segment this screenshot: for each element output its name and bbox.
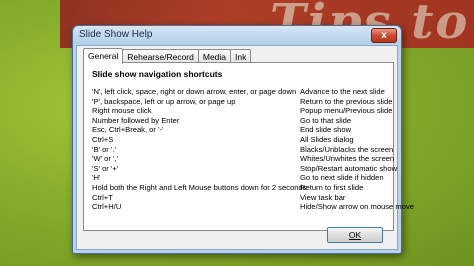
shortcut-row: 'W' or ',' Whites/Unwhites the screen	[92, 154, 394, 164]
shortcut-row: Esc, Ctrl+Break, or '-' End slide show	[92, 125, 388, 135]
close-button[interactable]: x	[371, 28, 397, 43]
shortcut-action: Return to first slide	[300, 182, 364, 192]
shortcut-keys: 'H'	[92, 173, 101, 183]
shortcut-row: 'N', left click, space, right or down ar…	[92, 87, 388, 97]
shortcut-row: Ctrl+H/U Hide/Show arrow on mouse move	[92, 202, 414, 212]
slide-show-help-dialog: Slide Show Help x General Rehearse/Recor…	[72, 25, 414, 254]
shortcut-action: Whites/Unwhites the screen	[300, 154, 395, 164]
shortcut-row: 'P', backspace, left or up arrow, or pag…	[92, 96, 392, 107]
shortcut-keys: 'N', left click, space, right or down ar…	[92, 87, 297, 96]
shortcut-keys: 'S' or '+'	[92, 163, 119, 173]
shortcut-action: Hide/Show arrow on mouse move	[300, 202, 414, 212]
shortcut-action: Advance to the next slide	[300, 87, 385, 96]
tab-media[interactable]: Media	[197, 49, 232, 63]
panel-heading: Slide show navigation shortcuts	[92, 69, 223, 79]
shortcut-keys: 'B' or '.'	[92, 144, 116, 154]
shortcut-row: 'S' or '+' Stop/Restart automatic show	[92, 163, 397, 174]
general-tab-panel: Slide show navigation shortcuts 'N', lef…	[83, 62, 414, 231]
tab-ink[interactable]: Ink	[230, 49, 252, 63]
close-icon: x	[381, 30, 387, 41]
shortcut-action: Return to the previous slide	[300, 96, 393, 106]
shortcut-keys: Esc, Ctrl+Break, or '-'	[92, 125, 164, 135]
shortcut-action: Go to next slide if hidden	[300, 173, 384, 183]
ok-button-label: OK	[348, 230, 362, 240]
shortcut-row: Ctrl+S All Slides dialog	[92, 135, 388, 145]
shortcut-row: Right mouse click Popup menu/Previous sli…	[92, 106, 392, 116]
shortcut-action: Go to that slide	[300, 115, 352, 125]
shortcut-keys: 'P', backspace, left or up arrow, or pag…	[92, 96, 236, 106]
shortcut-action: Popup menu/Previous slide	[300, 106, 393, 116]
shortcut-action: Blacks/Unblacks the screen	[300, 144, 394, 154]
shortcut-keys: 'W' or ','	[92, 154, 119, 164]
shortcut-row: Ctrl+T View task bar	[92, 193, 388, 203]
shortcut-keys: Number followed by Enter	[92, 115, 180, 125]
tab-strip: General Rehearse/Record Media Ink	[83, 48, 252, 64]
shortcut-action: View task bar	[300, 192, 346, 202]
shortcut-action: End slide show	[300, 125, 352, 135]
shortcut-row: 'B' or '.' Blacks/Unblacks the screen	[92, 144, 393, 155]
dialog-body: General Rehearse/Record Media Ink Slide …	[76, 45, 414, 250]
tab-rehearse-record[interactable]: Rehearse/Record	[122, 49, 199, 63]
tab-general[interactable]: General	[83, 48, 124, 64]
shortcut-keys: Ctrl+S	[92, 134, 114, 144]
shortcut-keys: Ctrl+H/U	[92, 202, 122, 212]
shortcut-row: Hold both the Right and Left Mouse butto…	[92, 183, 388, 193]
title-bar[interactable]: Slide Show Help x	[73, 26, 401, 44]
shortcut-row: 'H' Go to next slide if hidden	[92, 173, 388, 183]
shortcut-row: Number followed by Enter Go to that slide	[92, 116, 388, 126]
shortcut-keys: Hold both the Right and Left Mouse butto…	[92, 182, 307, 192]
shortcut-action: Stop/Restart automatic show	[300, 163, 398, 173]
shortcut-keys: Right mouse click	[92, 106, 152, 116]
shortcut-action: All Slides dialog	[300, 134, 354, 144]
ok-button[interactable]: OK	[327, 227, 383, 243]
window-title: Slide Show Help	[79, 29, 153, 40]
shortcut-keys: Ctrl+T	[92, 192, 113, 202]
shortcut-list: 'N', left click, space, right or down ar…	[92, 87, 414, 212]
